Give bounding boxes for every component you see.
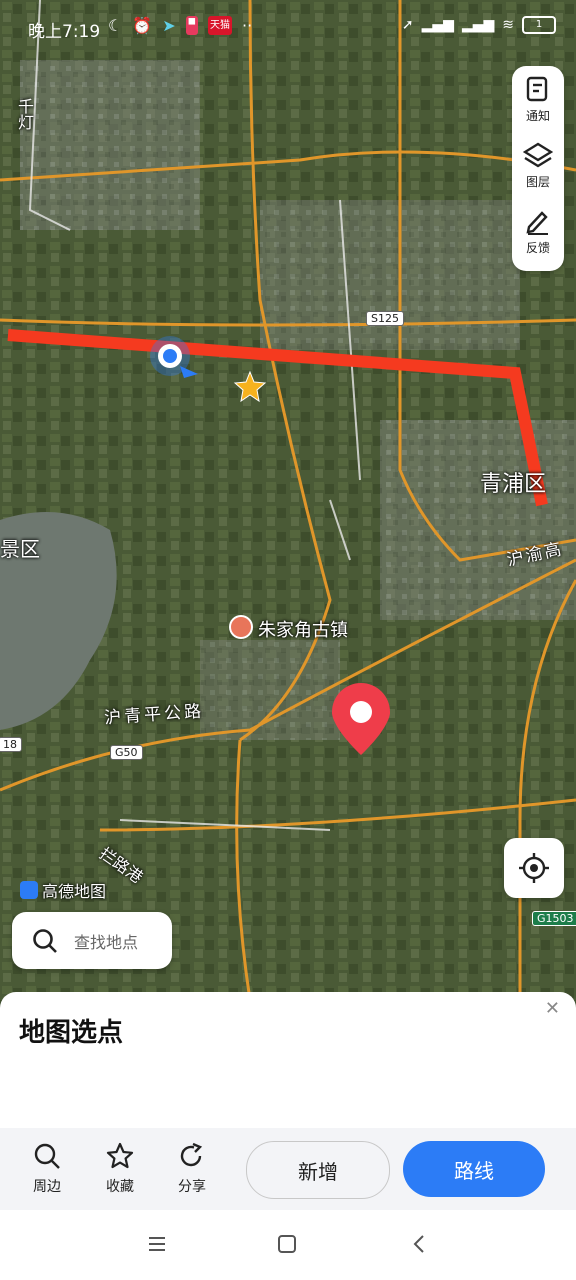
wifi-icon: ≋ — [502, 17, 514, 33]
signal-2-icon: ▂▄▆ — [461, 17, 495, 33]
search-icon — [33, 928, 57, 953]
status-bar: 晚上7:19 ☾ ⏰ ➤ ◼ 天猫 ·· ➚ ▂▄▆ ▂▄▆ ≋ 1 — [0, 0, 576, 56]
map-side-panel: 通知 图层 反馈 — [512, 66, 564, 271]
moon-icon: ☾ — [108, 16, 123, 35]
road-shield-g1503: G1503 — [532, 911, 576, 926]
share-label: 分享 — [178, 1179, 206, 1195]
amap-logo-icon — [20, 881, 38, 899]
nearby-label: 周边 — [33, 1179, 61, 1195]
road-shield-g50: G50 — [110, 745, 143, 760]
amap-watermark: 高德地图 — [20, 878, 106, 902]
map-label-qingpu: 青浦区 — [480, 472, 547, 497]
home-icon[interactable] — [277, 1234, 297, 1254]
add-new-button[interactable]: 新增 — [246, 1141, 390, 1199]
feedback-button[interactable]: 反馈 — [512, 198, 564, 264]
search-placeholder: 查找地点 — [74, 932, 139, 952]
share-icon — [180, 1142, 203, 1167]
menu-icon[interactable] — [147, 1234, 167, 1254]
search-location-box[interactable]: 查找地点 — [12, 912, 172, 969]
back-icon[interactable] — [410, 1234, 430, 1254]
status-icons-right: ➚ ▂▄▆ ▂▄▆ ≋ 1 — [402, 16, 556, 34]
notice-label: 通知 — [525, 108, 550, 123]
battery-icon: 1 — [522, 16, 556, 34]
more-dots-icon: ·· — [241, 16, 253, 35]
map-label-zhujiajiao: 朱家角古镇 — [258, 620, 348, 641]
notice-button[interactable]: 通知 — [512, 66, 564, 132]
locate-me-button[interactable] — [504, 838, 564, 898]
status-icons-left: ☾ ⏰ ➤ ◼ 天猫 ·· — [108, 16, 252, 35]
share-button[interactable]: 分享 — [167, 1142, 217, 1196]
crosshair-icon — [519, 853, 549, 883]
feedback-label: 反馈 — [525, 240, 550, 255]
layers-icon — [523, 142, 553, 167]
road-shield-18: 18 — [0, 737, 22, 752]
send-icon: ➤ — [162, 16, 176, 35]
map-label-jingqu: 景区 — [0, 537, 40, 561]
layers-button[interactable]: 图层 — [512, 132, 564, 198]
notice-icon — [526, 76, 548, 101]
layers-label: 图层 — [525, 174, 550, 189]
close-icon[interactable]: ✕ — [545, 998, 560, 1019]
alarm-icon: ⏰ — [132, 16, 153, 35]
amap-watermark-text: 高德地图 — [42, 882, 107, 901]
action-bar: 周边 收藏 分享 新增 路线 — [0, 1128, 576, 1210]
satellite-map[interactable]: 青浦区 朱家角古镇 沪青平公路 沪渝高 景区 千灯 拦路港 高德地图 S125 … — [0, 0, 576, 1000]
favorite-button[interactable]: 收藏 — [95, 1142, 145, 1196]
nearby-button[interactable]: 周边 — [22, 1142, 72, 1196]
map-label-qiandeng: 千灯 — [15, 98, 34, 130]
road-shield-s125: S125 — [366, 311, 404, 326]
signal-1-icon: ▂▄▆ — [421, 17, 454, 33]
star-icon — [106, 1142, 134, 1169]
search-icon — [34, 1143, 60, 1169]
system-nav-bar — [0, 1210, 576, 1280]
route-button[interactable]: 路线 — [403, 1141, 545, 1197]
app-badge-icon: ◼ — [185, 16, 198, 35]
location-arrow-icon: ➚ — [401, 17, 414, 33]
favorite-label: 收藏 — [106, 1179, 134, 1195]
feedback-pen-icon — [526, 210, 548, 235]
sheet-title: 地图选点 — [19, 1018, 124, 1048]
status-time: 晚上7:19 — [28, 22, 101, 42]
tmall-badge: 天猫 — [207, 16, 232, 35]
